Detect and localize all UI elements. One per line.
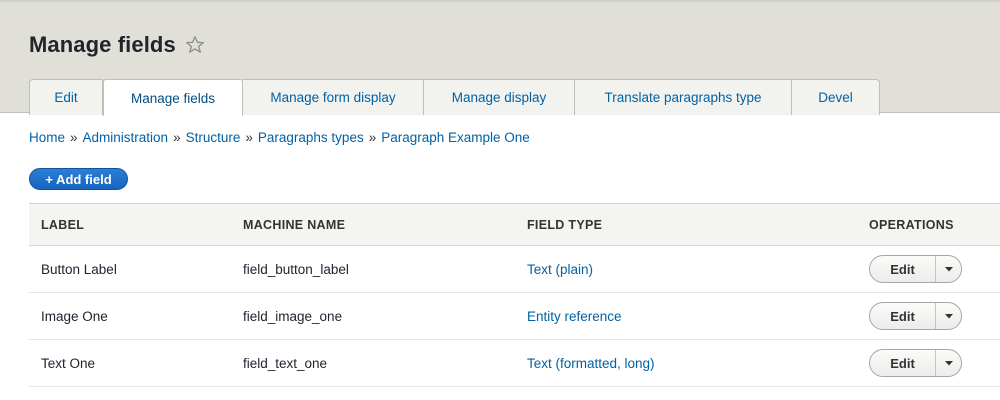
operations-toggle[interactable] — [935, 350, 961, 376]
operations-toggle[interactable] — [935, 256, 961, 282]
field-label: Text One — [29, 339, 243, 387]
edit-button[interactable]: Edit — [870, 256, 935, 282]
caret-down-icon — [944, 361, 953, 366]
column-header-operations: Operations — [869, 203, 1000, 246]
field-type-link[interactable]: Entity reference — [527, 309, 622, 324]
column-header-label: Label — [29, 203, 243, 246]
breadcrumb-link-paragraph-example-one[interactable]: Paragraph Example One — [381, 130, 530, 145]
edit-button[interactable]: Edit — [870, 303, 935, 329]
tab-manage-form-display[interactable]: Manage form display — [243, 79, 424, 115]
title-row: Manage fields — [29, 30, 205, 60]
tab-label: Devel — [818, 90, 853, 105]
operations-toggle[interactable] — [935, 303, 961, 329]
tab-label: Translate paragraphs type — [604, 90, 762, 105]
breadcrumb-link-structure[interactable]: Structure — [186, 130, 241, 145]
table-row: Button Label field_button_label Text (pl… — [29, 245, 1000, 293]
breadcrumb-link-paragraphs-types[interactable]: Paragraphs types — [258, 130, 364, 145]
column-header-machine-name: Machine name — [243, 203, 527, 246]
field-type-link[interactable]: Text (formatted, long) — [527, 356, 655, 371]
operations-dropbutton: Edit — [869, 349, 962, 377]
table-row: Image One field_image_one Entity referen… — [29, 292, 1000, 340]
tab-manage-fields[interactable]: Manage fields — [103, 79, 243, 116]
add-field-button[interactable]: + Add field — [29, 168, 128, 190]
breadcrumb-separator: » — [173, 130, 181, 145]
breadcrumb-separator: » — [368, 130, 377, 145]
primary-tabs: Edit Manage fields Manage form display M… — [29, 79, 880, 116]
page-header: Manage fields Edit Manage fields Manage … — [0, 0, 1000, 116]
tab-devel[interactable]: Devel — [792, 79, 880, 115]
tab-manage-display[interactable]: Manage display — [424, 79, 575, 115]
table-row: Text One field_text_one Text (formatted,… — [29, 339, 1000, 387]
field-label: Image One — [29, 292, 243, 340]
page-title: Manage fields — [29, 32, 176, 57]
edit-button[interactable]: Edit — [870, 350, 935, 376]
field-machine-name: field_button_label — [243, 245, 527, 293]
tab-label: Manage fields — [130, 90, 216, 106]
breadcrumb-separator: » — [245, 130, 253, 145]
table-header-row: Label Machine name Field type Operations — [29, 203, 1000, 246]
column-header-field-type: Field type — [527, 203, 869, 246]
fields-table: Label Machine name Field type Operations… — [29, 203, 1000, 387]
caret-down-icon — [944, 314, 953, 319]
operations-dropbutton: Edit — [869, 302, 962, 330]
breadcrumb-separator: » — [70, 130, 78, 145]
field-type-link[interactable]: Text (plain) — [527, 262, 593, 277]
operations-dropbutton: Edit — [869, 255, 962, 283]
star-icon[interactable] — [185, 35, 205, 55]
breadcrumb: Home » Administration » Structure » Para… — [29, 130, 530, 145]
tab-edit[interactable]: Edit — [29, 79, 103, 115]
breadcrumb-link-administration[interactable]: Administration — [83, 130, 169, 145]
field-machine-name: field_image_one — [243, 292, 527, 340]
caret-down-icon — [944, 267, 953, 272]
field-machine-name: field_text_one — [243, 339, 527, 387]
tab-label: Edit — [54, 90, 78, 105]
field-label: Button Label — [29, 245, 243, 293]
tab-label: Manage form display — [270, 90, 396, 105]
breadcrumb-link-home[interactable]: Home — [29, 130, 65, 145]
tab-label: Manage display — [451, 90, 547, 105]
tab-translate-paragraphs-type[interactable]: Translate paragraphs type — [575, 79, 792, 115]
